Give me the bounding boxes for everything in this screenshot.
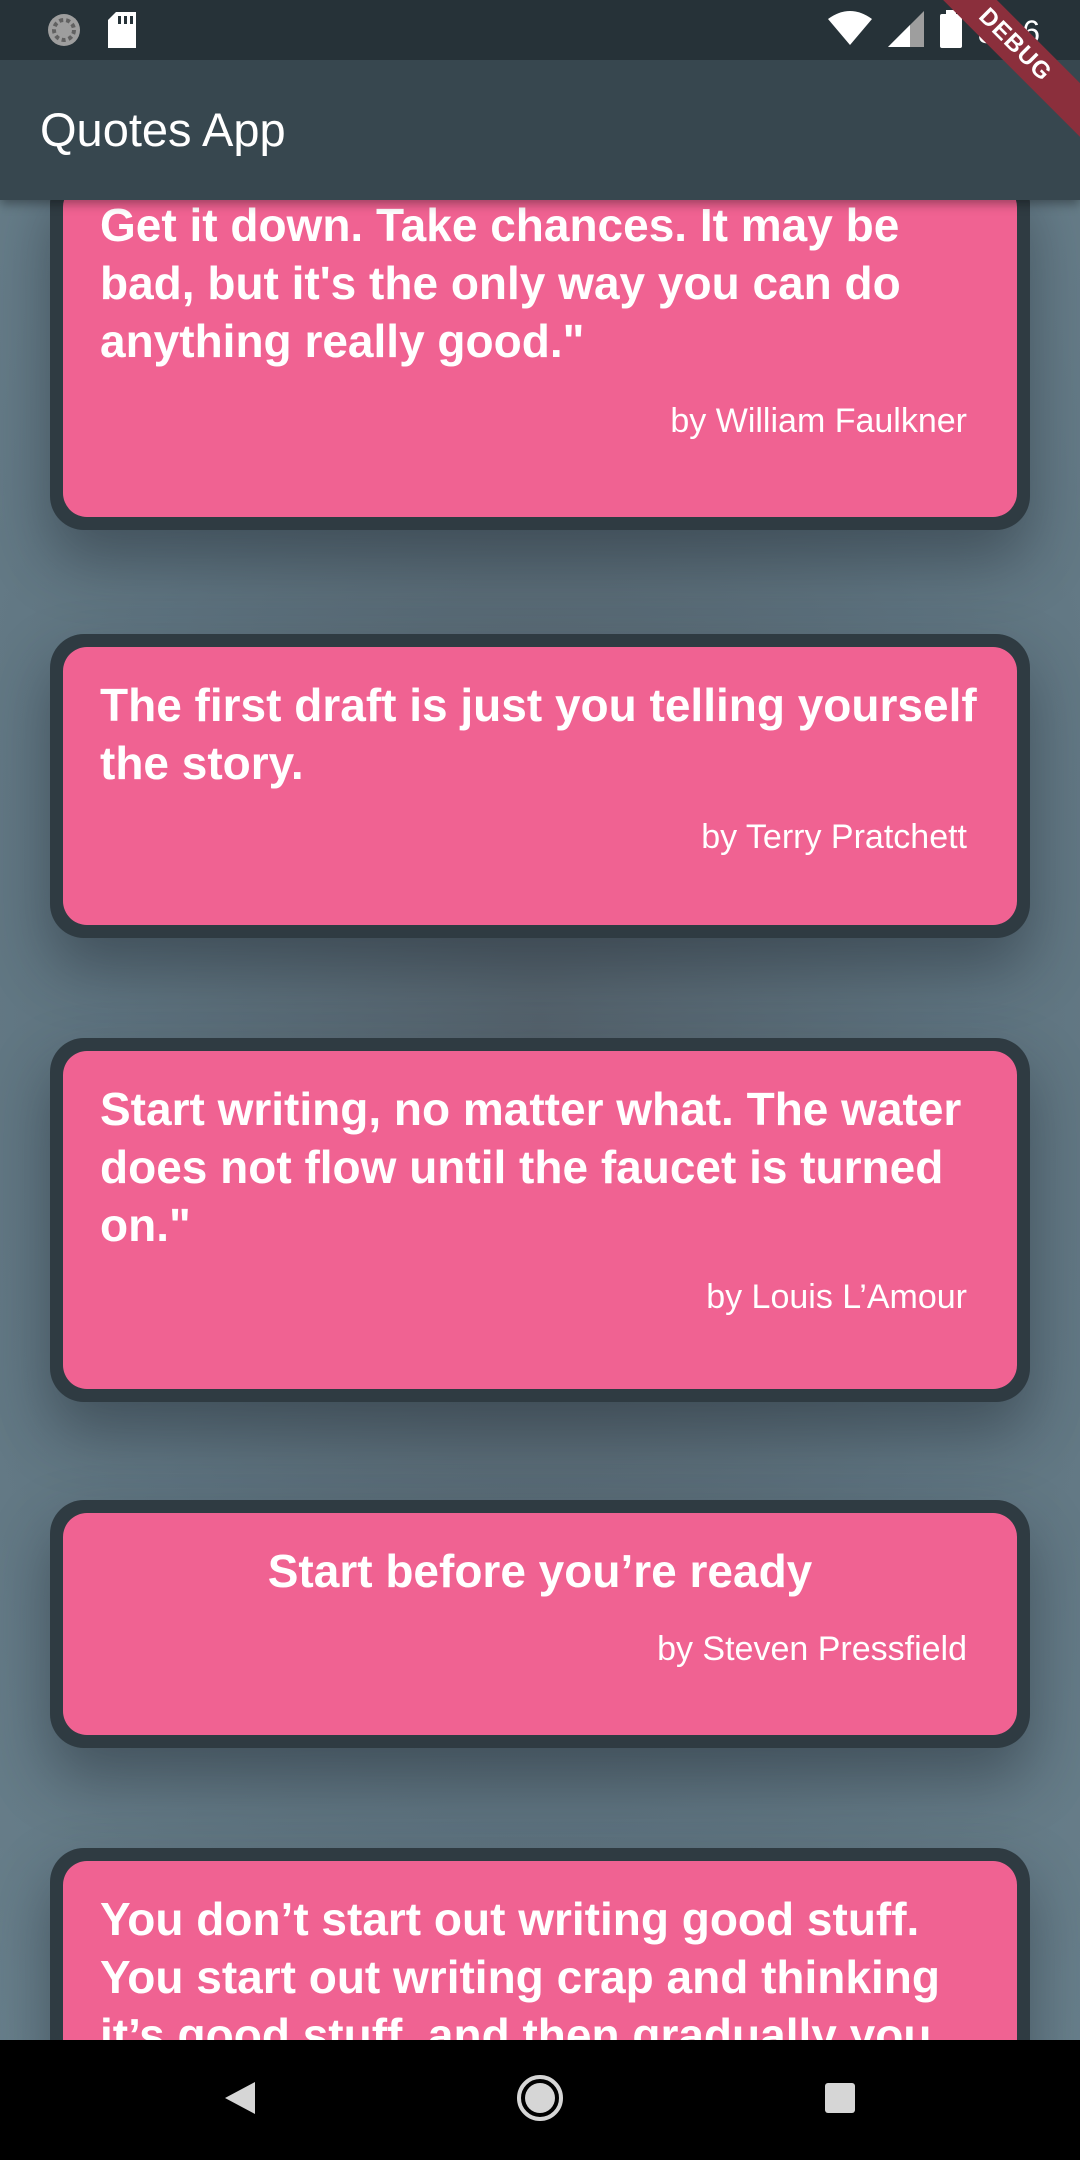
quote-text: Start before you’re ready <box>267 1545 813 1597</box>
quote-author: by Steven Pressfield <box>657 1630 967 1668</box>
quote-text: You don’t start out writing good stuff. … <box>100 1893 940 2040</box>
quote-text: Get it down. Take chances. It may be bad… <box>100 200 901 367</box>
home-icon <box>515 2073 565 2128</box>
battery-icon <box>939 10 962 53</box>
quote-card-body: Start writing, no matter what. The water… <box>63 1051 1017 1389</box>
quote-card-body: Start before you’re ready by Steven Pres… <box>63 1513 1017 1735</box>
quotes-list[interactable]: Get it down. Take chances. It may be bad… <box>0 200 1080 2040</box>
quote-card: The first draft is just you telling your… <box>50 634 1030 938</box>
sd-card-icon <box>108 12 138 53</box>
quote-card-body: Get it down. Take chances. It may be bad… <box>63 200 1017 517</box>
home-button[interactable] <box>480 2040 600 2160</box>
loading-icon <box>46 12 82 53</box>
status-bar: 8:26 <box>0 0 1080 60</box>
quote-text: Start writing, no matter what. The water… <box>100 1083 962 1251</box>
quote-author: by Louis L’Amour <box>706 1278 967 1316</box>
back-icon <box>223 2080 257 2121</box>
recents-icon <box>823 2081 857 2120</box>
quote-card: You don’t start out writing good stuff. … <box>50 1848 1030 2040</box>
quote-card: Start writing, no matter what. The water… <box>50 1038 1030 1402</box>
navigation-bar <box>0 2040 1080 2160</box>
quote-author: by William Faulkner <box>670 402 967 440</box>
app-bar: Quotes App <box>0 60 1080 200</box>
quote-author: by Terry Pratchett <box>701 818 967 856</box>
quote-text: The first draft is just you telling your… <box>100 679 977 789</box>
quote-card-body: You don’t start out writing good stuff. … <box>63 1861 1017 2040</box>
recents-button[interactable] <box>780 2040 900 2160</box>
quote-card-body: The first draft is just you telling your… <box>63 647 1017 925</box>
signal-icon <box>887 11 924 52</box>
back-button[interactable] <box>180 2040 300 2160</box>
quote-card: Start before you’re ready by Steven Pres… <box>50 1500 1030 1748</box>
app-title: Quotes App <box>40 103 286 156</box>
wifi-icon <box>827 11 872 52</box>
quote-card: Get it down. Take chances. It may be bad… <box>50 200 1030 530</box>
